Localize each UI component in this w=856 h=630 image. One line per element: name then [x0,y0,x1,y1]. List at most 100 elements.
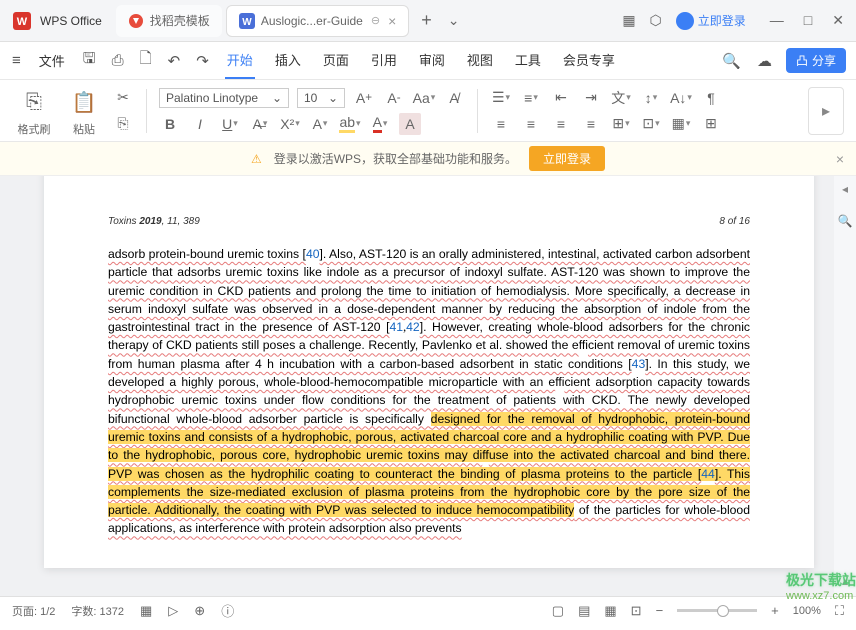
align-justify-icon[interactable]: ≡ [580,113,602,135]
menu-tab-review[interactable]: 审阅 [417,42,447,79]
file-menu[interactable]: 文件 [35,51,69,70]
toolbar-expand-button[interactable]: ▸ [808,87,844,135]
bullets-icon[interactable]: ☰▾ [490,87,512,109]
document-body[interactable]: adsorb protein-bound uremic toxins [40].… [108,245,750,538]
play-icon[interactable]: ▷ [168,603,178,619]
show-marks-icon[interactable]: ¶ [700,87,722,109]
view-outline-icon[interactable]: ▤ [578,603,590,619]
underline-icon[interactable]: U▾ [219,113,241,135]
font-family-select[interactable]: Palatino Linotype ⌄ [159,88,289,108]
menu-tab-start[interactable]: 开始 [225,42,255,79]
reading-icon[interactable]: ⓘ [221,601,234,620]
cut-icon[interactable]: ✂ [112,87,134,109]
app-name: WPS Office [40,14,102,28]
search-icon[interactable]: 🔍 [720,50,743,72]
distribute-icon[interactable]: ⊞▾ [610,113,632,135]
sidebar-scroll-up-icon[interactable]: ▴ [842,574,848,588]
borders-icon[interactable]: ⊞ [700,113,722,135]
tab-close-icon[interactable]: × [388,13,396,29]
menu-tab-view[interactable]: 视图 [465,42,495,79]
share-button[interactable]: 凸 分享 [786,48,846,73]
copy-icon[interactable]: ⎘ [112,113,134,135]
language-icon[interactable]: ⊕ [194,603,205,619]
cloud-icon[interactable]: ☁ [755,50,774,72]
tab-pin-icon[interactable]: ⊖ [371,14,380,27]
zoom-slider[interactable] [677,609,757,612]
sort-icon[interactable]: A↓▾ [670,87,692,109]
menu-tab-reference[interactable]: 引用 [369,42,399,79]
calendar-icon[interactable]: ▦ [622,12,635,29]
font-color-icon[interactable]: A▾ [369,113,391,135]
line-spacing-icon[interactable]: ↕▾ [640,87,662,109]
tab-template[interactable]: 找稻壳模板 [116,5,222,37]
divider [477,89,478,133]
align-left-icon[interactable]: ≡ [490,113,512,135]
zoom-level[interactable]: 100% [793,605,821,617]
align-center-icon[interactable]: ≡ [520,113,542,135]
indent-icon[interactable]: ⊡▾ [640,113,662,135]
bold-icon[interactable]: B [159,113,181,135]
paragraph-group: ☰▾ ≡▾ ⇤ ⇥ 文▾ ↕▾ A↓▾ ¶ ≡ ≡ ≡ ≡ ⊞▾ ⊡▾ ▦▾ ⊞ [490,87,722,135]
maximize-button[interactable]: □ [804,12,812,29]
decrease-font-icon[interactable]: A- [383,87,405,109]
tab-add-button[interactable]: + [411,10,442,31]
menu-tab-page[interactable]: 页面 [321,42,351,79]
italic-icon[interactable]: I [189,113,211,135]
highlight-icon[interactable]: ab▾ [339,113,361,135]
menu-tab-member[interactable]: 会员专享 [561,42,617,79]
print-icon[interactable]: ⎙ [110,50,126,71]
fit-icon[interactable]: ⊡ [631,603,642,619]
spellcheck-icon[interactable]: ▦ [140,603,152,619]
close-button[interactable]: ✕ [832,12,844,29]
align-right-icon[interactable]: ≡ [550,113,572,135]
print-preview-icon[interactable]: 🗋 [138,46,154,75]
page-indicator[interactable]: 页面: 1/2 [12,603,55,619]
word-count[interactable]: 字数: 1372 [71,603,124,619]
tab-document[interactable]: W Auslogic...er-Guide ⊖ × [226,5,409,37]
hamburger-icon[interactable]: ≡ [10,50,23,71]
fullscreen-icon[interactable]: ⛶ [835,603,844,619]
document-page[interactable]: Toxins 2019, 11, 389 8 of 16 adsorb prot… [44,176,814,568]
minimize-button[interactable]: — [770,12,784,29]
sidebar-collapse-icon[interactable]: ◂ [842,182,848,196]
save-icon[interactable]: 🖫 [81,46,98,75]
paste-group[interactable]: 📋 粘贴 [62,85,106,137]
menu-tab-tools[interactable]: 工具 [513,42,543,79]
menubar-right: 🔍 ☁ 凸 分享 [720,48,846,73]
zoom-out-icon[interactable]: − [656,603,664,618]
text-direction-icon[interactable]: 文▾ [610,87,632,109]
cube-icon[interactable]: ⬡ [650,12,662,29]
wps-logo-icon: W [12,11,32,31]
tab-list-icon[interactable]: ⌄ [448,12,460,29]
change-case-icon[interactable]: Aa▾ [413,87,435,109]
undo-icon[interactable]: ↶ [166,50,183,72]
indent-decrease-icon[interactable]: ⇤ [550,87,572,109]
banner-close-icon[interactable]: × [836,151,844,167]
avatar-icon [676,12,694,30]
view-web-icon[interactable]: ▦ [604,603,616,619]
banner-login-button[interactable]: 立即登录 [529,146,605,171]
text-effect-icon[interactable]: A▾ [309,113,331,135]
zoom-in-icon[interactable]: + [771,603,779,618]
warning-icon: ⚠ [251,152,262,166]
clear-format-icon[interactable]: A̸ [443,87,465,109]
redo-icon[interactable]: ↷ [194,50,211,72]
superscript-icon[interactable]: X²▾ [279,113,301,135]
font-size-select[interactable]: 10 ⌄ [297,88,345,108]
font-group: Palatino Linotype ⌄ 10 ⌄ A+ A- Aa▾ A̸ B … [159,87,465,135]
view-page-icon[interactable]: ▢ [552,603,564,619]
sidebar-search-icon[interactable]: 🔍 [838,214,853,228]
share-label: 分享 [812,52,836,69]
text-bg-icon[interactable]: A [399,113,421,135]
increase-font-icon[interactable]: A+ [353,87,375,109]
indent-increase-icon[interactable]: ⇥ [580,87,602,109]
numbering-icon[interactable]: ≡▾ [520,87,542,109]
login-button-top[interactable]: 立即登录 [676,12,746,30]
shading-icon[interactable]: ▦▾ [670,113,692,135]
page-header: Toxins 2019, 11, 389 8 of 16 [108,216,750,227]
svg-text:W: W [242,17,252,28]
document-area[interactable]: ⠿ Toxins 2019, 11, 389 8 of 16 adsorb pr… [0,176,856,596]
menu-tab-insert[interactable]: 插入 [273,42,303,79]
strikethrough-icon[interactable]: A̶▾ [249,113,271,135]
format-painter-group[interactable]: ⎘ 格式刷 [12,85,56,137]
